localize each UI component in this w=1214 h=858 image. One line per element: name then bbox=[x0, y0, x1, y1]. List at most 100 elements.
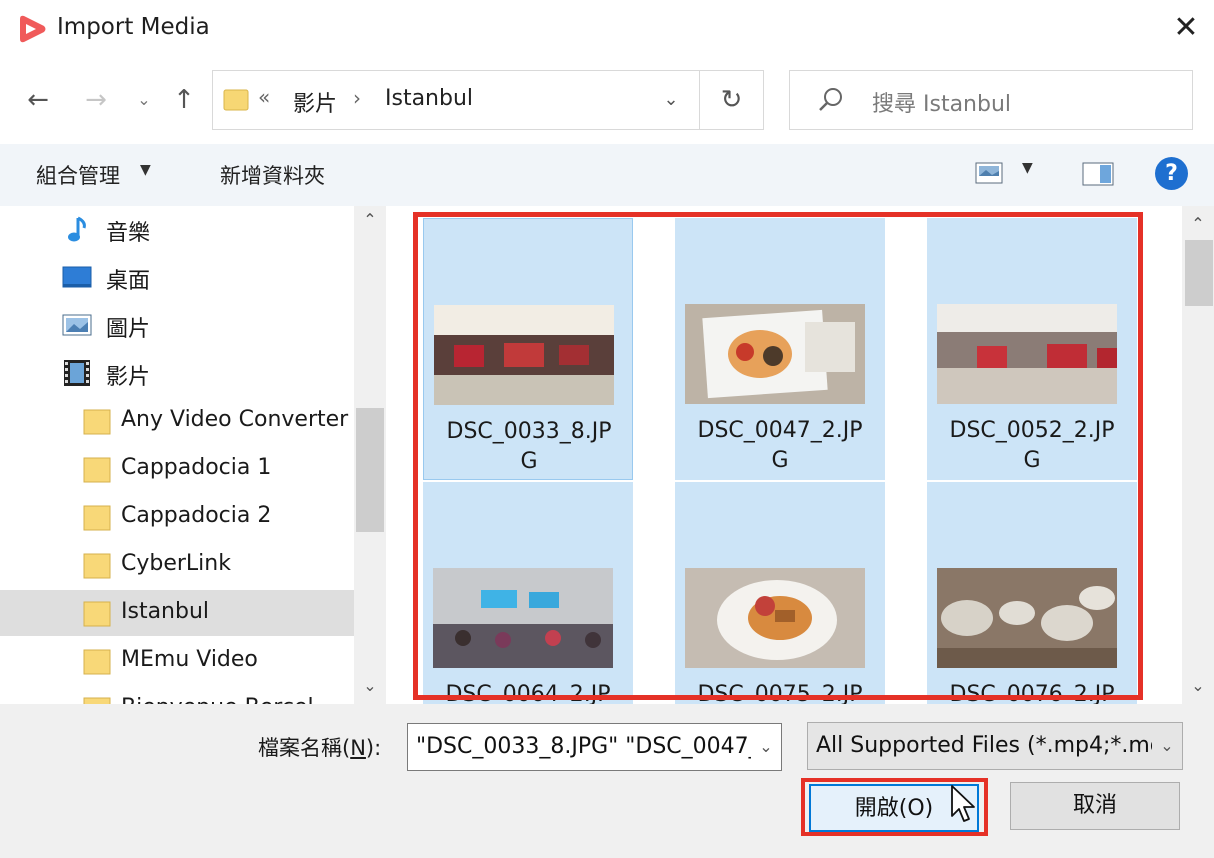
back-arrow-icon[interactable]: ← bbox=[20, 80, 56, 120]
sidebar-item-label: 圖片 bbox=[106, 317, 151, 342]
file-type-select[interactable]: All Supported Files (*.mp4;*.mov;*.jpg) … bbox=[807, 722, 1183, 770]
recent-locations-chevron-icon[interactable]: ⌄ bbox=[130, 80, 158, 120]
sidebar-item-cappadocia-1[interactable]: Cappadocia 1 bbox=[0, 446, 354, 492]
file-name: DSC_0075_2.JP G bbox=[675, 680, 885, 704]
file-name-line: G bbox=[520, 449, 538, 474]
sidebar-item-any-video-converter[interactable]: Any Video Converter bbox=[0, 398, 354, 444]
file-thumbnail bbox=[937, 568, 1117, 668]
scroll-down-icon[interactable]: ⌄ bbox=[354, 676, 386, 702]
title-bar: Import Media ✕ bbox=[0, 0, 1214, 58]
help-icon[interactable]: ? bbox=[1155, 157, 1188, 190]
close-icon[interactable]: ✕ bbox=[1168, 10, 1204, 46]
file-tile[interactable]: DSC_0052_2.JP G bbox=[927, 218, 1137, 480]
search-input[interactable]: 搜尋 Istanbul bbox=[789, 70, 1193, 130]
file-name: DSC_0064_2.JP G bbox=[423, 680, 633, 704]
filename-label-text: 檔案名稱( bbox=[258, 736, 351, 760]
file-tile[interactable]: DSC_0047_2.JP G bbox=[675, 218, 885, 480]
file-tile[interactable]: DSC_0064_2.JP G bbox=[423, 482, 633, 704]
scroll-up-icon[interactable]: ⌃ bbox=[1182, 214, 1214, 233]
file-name: DSC_0033_8.JP G bbox=[424, 417, 634, 477]
file-name-line: DSC_0033_8.JP bbox=[446, 419, 612, 444]
refresh-icon[interactable]: ↻ bbox=[699, 71, 763, 129]
search-placeholder: 搜尋 Istanbul bbox=[872, 92, 1012, 117]
folder-icon bbox=[223, 89, 249, 111]
forward-arrow-icon[interactable]: → bbox=[78, 80, 114, 120]
window-title: Import Media bbox=[57, 14, 210, 40]
filename-dropdown-icon[interactable]: ⌄ bbox=[751, 724, 781, 770]
file-thumbnail bbox=[685, 568, 865, 668]
file-name-line: DSC_0047_2.JP bbox=[697, 418, 863, 443]
desktop-icon bbox=[62, 266, 92, 288]
file-name-line: G bbox=[771, 448, 789, 473]
search-icon bbox=[819, 88, 842, 111]
file-name: DSC_0047_2.JP G bbox=[675, 416, 885, 476]
new-folder-button[interactable]: 新增資料夾 bbox=[220, 160, 325, 190]
sidebar-item-label: Bienvenue Bercel bbox=[121, 695, 314, 704]
file-thumbnail bbox=[434, 305, 614, 405]
file-tile[interactable]: DSC_0033_8.JP G bbox=[423, 218, 633, 480]
filename-value: "DSC_0033_8.JPG" "DSC_0047_2.JPG" "DSC_0… bbox=[416, 734, 781, 759]
filename-label: 檔案名稱(N): bbox=[258, 732, 381, 762]
folder-icon bbox=[83, 409, 111, 435]
sidebar-item-label: MEmu Video bbox=[121, 647, 258, 672]
file-name-line: DSC_0075_2.JP bbox=[697, 682, 863, 704]
filename-label-accesskey: N bbox=[350, 736, 366, 760]
sidebar-item-label: Istanbul bbox=[121, 599, 210, 624]
file-tile[interactable]: DSC_0076_2.JP G bbox=[927, 482, 1137, 704]
file-name-line: G bbox=[1023, 448, 1041, 473]
sidebar-item-pictures[interactable]: 圖片 bbox=[0, 302, 354, 348]
file-list-scrollbar-thumb[interactable] bbox=[1185, 240, 1213, 306]
sidebar-item-partial[interactable]: Bienvenue Bercel bbox=[0, 686, 354, 704]
breadcrumb-separator[interactable]: › bbox=[353, 86, 361, 110]
scroll-down-icon[interactable]: ⌄ bbox=[1182, 676, 1214, 695]
videos-icon bbox=[64, 360, 90, 386]
breadcrumb-istanbul[interactable]: Istanbul bbox=[385, 86, 473, 111]
file-name-line: DSC_0052_2.JP bbox=[949, 418, 1115, 443]
filename-label-suffix: ): bbox=[365, 736, 382, 760]
pictures-icon bbox=[62, 314, 92, 336]
app-logo-icon bbox=[20, 15, 46, 43]
breadcrumb-overflow[interactable]: « bbox=[258, 85, 270, 109]
preview-pane-icon[interactable] bbox=[1082, 162, 1114, 186]
sidebar-item-cyberlink[interactable]: CyberLink bbox=[0, 542, 354, 588]
navigation-scrollbar-thumb[interactable] bbox=[356, 408, 384, 532]
music-note-icon bbox=[68, 216, 86, 242]
folder-icon bbox=[83, 457, 111, 483]
breadcrumb-videos[interactable]: 影片 bbox=[293, 86, 337, 118]
sidebar-item-desktop[interactable]: 桌面 bbox=[0, 254, 354, 300]
mouse-cursor-icon bbox=[951, 785, 975, 822]
file-thumbnail bbox=[685, 304, 865, 404]
sidebar-item-label: 影片 bbox=[106, 365, 151, 390]
folder-icon bbox=[83, 553, 111, 579]
organize-button[interactable]: 組合管理 bbox=[36, 160, 120, 190]
up-arrow-icon[interactable]: ↑ bbox=[166, 80, 202, 120]
file-type-value: All Supported Files (*.mp4;*.mov;*.jpg) bbox=[816, 733, 1182, 758]
file-name-line: DSC_0076_2.JP bbox=[949, 682, 1115, 704]
address-dropdown-icon[interactable]: ⌄ bbox=[643, 71, 699, 129]
file-thumbnail bbox=[433, 568, 613, 668]
sidebar-item-music[interactable]: 音樂 bbox=[0, 206, 354, 252]
address-bar[interactable]: « 影片 › Istanbul ⌄ ↻ bbox=[212, 70, 764, 130]
view-dropdown-icon[interactable]: ▼ bbox=[1022, 160, 1033, 176]
change-view-icon[interactable] bbox=[975, 162, 1003, 184]
sidebar-item-label: CyberLink bbox=[121, 551, 231, 576]
sidebar-item-label: Cappadocia 1 bbox=[121, 455, 272, 480]
sidebar-item-label: 桌面 bbox=[106, 269, 151, 294]
file-name: DSC_0052_2.JP G bbox=[927, 416, 1137, 476]
sidebar-item-label: 音樂 bbox=[106, 221, 151, 246]
sidebar-item-cappadocia-2[interactable]: Cappadocia 2 bbox=[0, 494, 354, 540]
scroll-up-icon[interactable]: ⌃ bbox=[354, 210, 386, 236]
sidebar-item-videos[interactable]: 影片 bbox=[0, 350, 354, 396]
file-type-dropdown-icon[interactable]: ⌄ bbox=[1152, 723, 1182, 769]
sidebar-item-label: Cappadocia 2 bbox=[121, 503, 272, 528]
navigation-pane: 音樂 桌面 圖片 影片 Any Video Converter Cappadoc… bbox=[0, 206, 386, 704]
file-tile[interactable]: DSC_0075_2.JP G bbox=[675, 482, 885, 704]
folder-icon bbox=[83, 697, 111, 704]
filename-input[interactable]: "DSC_0033_8.JPG" "DSC_0047_2.JPG" "DSC_0… bbox=[407, 723, 782, 771]
sidebar-item-memu-video[interactable]: MEmu Video bbox=[0, 638, 354, 684]
organize-dropdown-icon[interactable]: ▼ bbox=[140, 162, 151, 178]
sidebar-item-istanbul[interactable]: Istanbul bbox=[0, 590, 354, 636]
folder-icon bbox=[83, 649, 111, 675]
cancel-button[interactable]: 取消 bbox=[1010, 782, 1180, 830]
file-thumbnail bbox=[937, 304, 1117, 404]
